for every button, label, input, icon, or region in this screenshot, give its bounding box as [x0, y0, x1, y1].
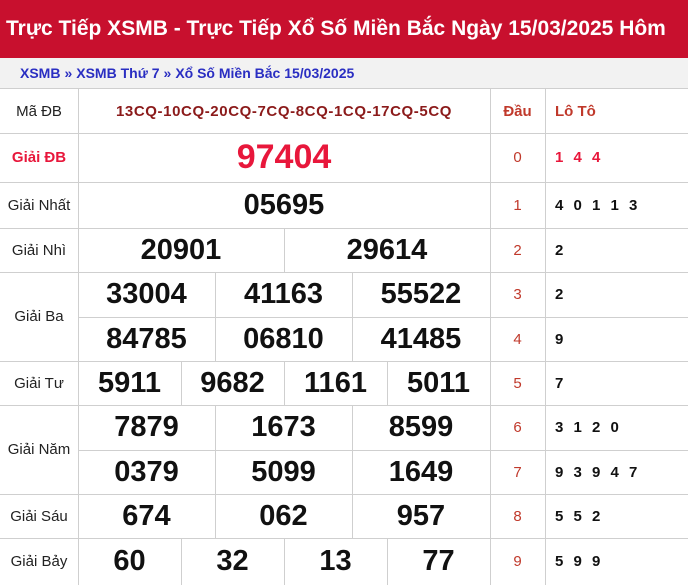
loto-header: Lô Tô [555, 102, 596, 120]
fifth-prize-number: 7879 [114, 411, 179, 443]
third-prize-number: 33004 [106, 278, 187, 310]
fourth-prize-number: 5011 [407, 366, 470, 399]
loto-values: 3 1 2 0 [555, 419, 622, 436]
loto-values: 9 3 9 4 7 [555, 463, 641, 481]
special-code-value: 13CQ-10CQ-20CQ-7CQ-8CQ-1CQ-17CQ-5CQ [115, 102, 453, 120]
dau-digit: 3 [513, 286, 522, 303]
breadcrumb-separator: » [64, 65, 73, 81]
fifth-prize-number: 1649 [388, 455, 454, 488]
dau-digit: 9 [513, 553, 522, 570]
prize-label-nam: Giải Năm [7, 441, 71, 458]
third-prize-number: 84785 [106, 322, 187, 355]
dau-digit: 5 [513, 374, 522, 392]
first-prize-number: 05695 [243, 188, 325, 221]
sixth-prize-number: 957 [396, 499, 446, 532]
page-title: Trực Tiếp XSMB - Trực Tiếp Xổ Số Miền Bắ… [6, 17, 666, 40]
prize-label-tu: Giải Tư [14, 374, 64, 392]
sixth-prize-number: 062 [259, 499, 308, 532]
prize-label-ba: Giải Ba [14, 308, 64, 325]
loto-values: 4 0 1 1 3 [555, 196, 641, 214]
loto-values: 2 [555, 286, 567, 303]
breadcrumb: XSMB» XSMB Thứ 7» Xổ Số Miền Bắc 15/03/202… [0, 58, 688, 88]
seventh-prize-number: 32 [216, 545, 249, 577]
loto-values: 1 4 4 [555, 149, 604, 166]
prize-label-nhat: Giải Nhất [7, 196, 71, 214]
dau-digit: 4 [513, 330, 522, 348]
breadcrumb-link-xsmb[interactable]: XSMB [20, 65, 60, 81]
fifth-prize-number: 1673 [251, 411, 316, 443]
dau-digit: 6 [513, 419, 522, 436]
prize-label-sau: Giải Sáu [10, 507, 68, 525]
dau-digit: 1 [513, 196, 522, 214]
fifth-prize-number: 0379 [114, 455, 179, 488]
loto-values: 9 [555, 330, 567, 348]
loto-values: 5 5 2 [555, 507, 604, 525]
breadcrumb-current-page[interactable]: Xổ Số Miền Bắc 15/03/2025 [175, 65, 354, 81]
third-prize-number: 55522 [380, 278, 462, 310]
sixth-prize-number: 674 [122, 499, 171, 532]
dau-digit: 7 [513, 463, 522, 481]
fourth-prize-number: 5911 [98, 366, 161, 399]
loto-values: 7 [555, 374, 567, 392]
prize-label-db: Giải ĐB [11, 149, 67, 166]
page-header: Trực Tiếp XSMB - Trực Tiếp Xổ Số Miền Bắ… [0, 0, 688, 58]
dau-header: Đầu [503, 102, 532, 120]
results-table: Mã ĐB 13CQ-10CQ-20CQ-7CQ-8CQ-1CQ-17CQ-5C… [0, 88, 688, 585]
fifth-prize-number: 8599 [388, 411, 454, 443]
fourth-prize-number: 1161 [304, 366, 367, 399]
breadcrumb-link-xsmb-thu-7[interactable]: XSMB Thứ 7 [76, 65, 159, 81]
loto-values: 2 [555, 241, 567, 259]
fourth-prize-number: 9682 [200, 366, 265, 399]
dau-digit: 2 [513, 241, 522, 259]
dau-digit: 8 [513, 507, 522, 525]
third-prize-number: 06810 [243, 322, 324, 355]
prize-label-nhi: Giải Nhì [11, 241, 67, 259]
second-prize-number: 29614 [346, 233, 428, 266]
breadcrumb-separator: » [163, 65, 172, 81]
dau-digit: 0 [513, 149, 522, 166]
loto-values: 5 9 9 [555, 553, 604, 570]
special-prize-number: 97404 [236, 138, 332, 176]
second-prize-number: 20901 [140, 233, 222, 266]
seventh-prize-number: 60 [113, 545, 146, 577]
third-prize-number: 41163 [243, 278, 324, 310]
prize-label-bay: Giải Bảy [10, 553, 68, 570]
seventh-prize-number: 77 [422, 545, 455, 577]
fifth-prize-number: 5099 [251, 455, 316, 488]
third-prize-number: 41485 [380, 322, 462, 355]
seventh-prize-number: 13 [319, 545, 352, 577]
special-code-label: Mã ĐB [16, 102, 62, 120]
